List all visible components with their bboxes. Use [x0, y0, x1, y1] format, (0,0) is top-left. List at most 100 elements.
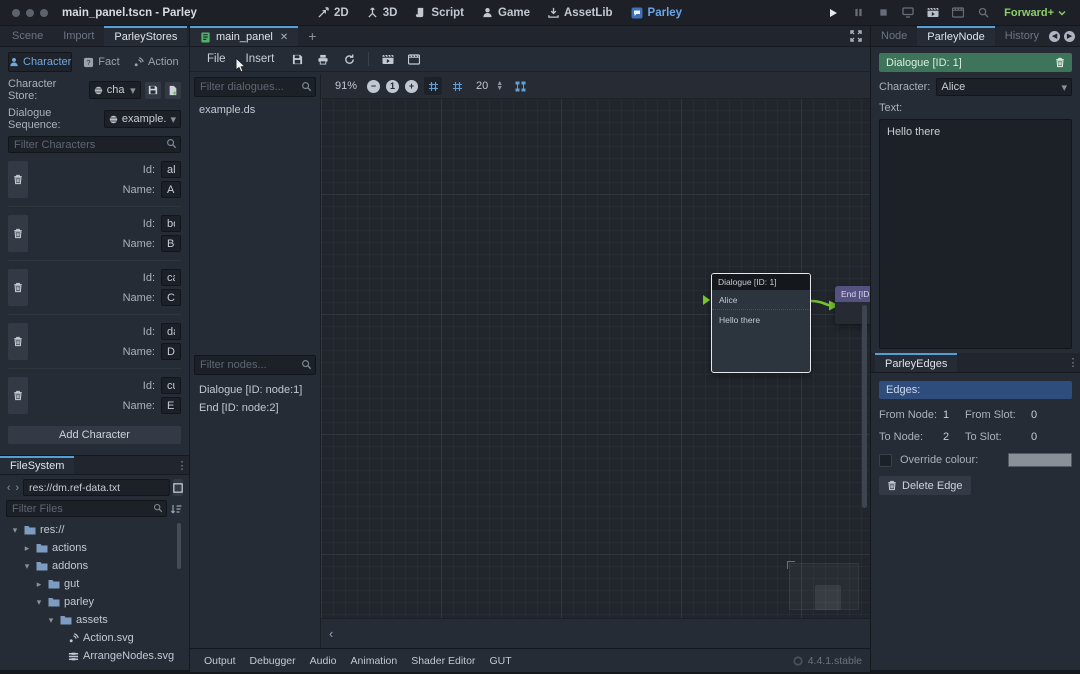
node-list-item[interactable]: End [ID: node:2]	[194, 399, 316, 417]
dock-menu-icon[interactable]: ⋮	[175, 456, 189, 474]
split-dock-button[interactable]	[173, 479, 183, 496]
refresh-icon[interactable]	[337, 50, 361, 69]
arrange-nodes-button[interactable]	[511, 77, 529, 95]
workspace-2d[interactable]: 2D	[318, 7, 349, 19]
delete-character-button[interactable]	[8, 215, 28, 252]
tree-item-parley[interactable]: ▾parley	[6, 593, 183, 611]
movie-maker-icon[interactable]	[925, 5, 941, 21]
graph-vertical-scrollbar[interactable]	[862, 305, 867, 508]
end-node-title[interactable]: End [ID	[835, 286, 870, 302]
dialogue-file-item[interactable]: example.ds	[194, 101, 316, 119]
delete-character-button[interactable]	[8, 377, 28, 414]
tab-history[interactable]: History	[995, 26, 1049, 46]
snap-spinner[interactable]: ▲▼	[496, 81, 503, 91]
workspace-assetlib[interactable]: AssetLib	[548, 7, 613, 19]
bottom-tab-debugger[interactable]: Debugger	[243, 655, 303, 667]
menu-file[interactable]: File	[198, 53, 235, 65]
tree-scrollbar[interactable]	[177, 523, 181, 569]
dialogue-node-title[interactable]: Dialogue [ID: 1]	[712, 274, 810, 290]
tree-item-actions[interactable]: ▸actions	[6, 539, 183, 557]
play-button[interactable]	[825, 5, 841, 21]
bottom-tab-gut[interactable]: GUT	[482, 655, 518, 667]
edge-colour-swatch[interactable]	[1008, 453, 1072, 467]
store-tab-action[interactable]: Action	[131, 52, 181, 72]
input-port[interactable]	[703, 295, 710, 305]
store-tab-character[interactable]: Character	[8, 52, 72, 72]
dialogue-graph-canvas[interactable]: 91% − 1 + 20 ▲▼ Dialogue [ID: 1] Alice H…	[321, 74, 870, 644]
graph-minimap[interactable]	[789, 563, 859, 610]
workspace-3d[interactable]: 3D	[367, 7, 398, 19]
dialogue-graph-node[interactable]: Dialogue [ID: 1] Alice Hello there	[711, 273, 811, 373]
stop-button[interactable]	[875, 5, 891, 21]
character-id-input[interactable]	[161, 323, 181, 340]
test-dialogue-from-node-icon[interactable]	[402, 50, 426, 69]
snap-distance-value[interactable]: 20	[476, 80, 488, 92]
character-id-input[interactable]	[161, 377, 181, 394]
character-name-input[interactable]	[161, 289, 181, 306]
current-path-input[interactable]	[23, 479, 170, 496]
filter-characters-input[interactable]	[8, 136, 181, 153]
character-id-input[interactable]	[161, 161, 181, 178]
character-name-input[interactable]	[161, 397, 181, 414]
remote-debug-icon[interactable]	[900, 5, 916, 21]
tab-main-panel[interactable]: main_panel ✕	[190, 26, 298, 46]
history-forward-icon[interactable]: ›	[15, 482, 21, 494]
character-name-input[interactable]	[161, 181, 181, 198]
renderer-dropdown[interactable]: Forward+	[1004, 7, 1066, 19]
store-tab-fact[interactable]: ?Fact	[76, 52, 126, 72]
new-store-button[interactable]	[165, 82, 181, 99]
tab-parleystores[interactable]: ParleyStores	[104, 26, 187, 46]
zoom-out-button[interactable]: −	[367, 80, 380, 93]
save-store-button[interactable]	[145, 82, 161, 99]
collapse-left-icon[interactable]: ‹	[329, 626, 333, 641]
expand-icon[interactable]: ▸	[22, 543, 32, 554]
tree-item-gut[interactable]: ▸gut	[6, 575, 183, 593]
collapse-icon[interactable]: ▾	[46, 615, 56, 626]
node-list-item[interactable]: Dialogue [ID: node:1]	[194, 381, 316, 399]
bottom-tab-animation[interactable]: Animation	[344, 655, 405, 667]
save-icon[interactable]	[285, 50, 309, 69]
pause-button[interactable]	[850, 5, 866, 21]
history-back-icon[interactable]: ‹	[6, 482, 12, 494]
new-tab-button[interactable]: +	[298, 26, 326, 46]
character-name-input[interactable]	[161, 235, 181, 252]
zoom-in-button[interactable]: +	[405, 80, 418, 93]
dock-menu-icon[interactable]: ⋮	[1066, 353, 1080, 372]
history-forward-icon[interactable]: ▶	[1064, 31, 1075, 42]
window-zoom-icon[interactable]	[40, 9, 48, 17]
tree-item-res[interactable]: ▾res://	[6, 521, 183, 539]
dialogue-text-editor[interactable]: Hello there	[879, 119, 1072, 349]
test-dialogue-icon[interactable]	[376, 50, 400, 69]
tab-parleynode[interactable]: ParleyNode	[917, 26, 994, 46]
tab-scene[interactable]: Scene	[0, 26, 53, 46]
delete-character-button[interactable]	[8, 323, 28, 360]
bottom-tab-output[interactable]: Output	[197, 655, 243, 667]
history-back-icon[interactable]: ◀	[1049, 31, 1060, 42]
delete-node-button[interactable]	[1055, 57, 1065, 68]
tab-filesystem[interactable]: FileSystem	[0, 456, 74, 474]
delete-character-button[interactable]	[8, 161, 28, 198]
quick-open-icon[interactable]	[975, 5, 991, 21]
tree-item-action-svg[interactable]: Action.svg	[6, 629, 183, 647]
character-select[interactable]: Alice ▾	[936, 78, 1072, 96]
window-minimize-icon[interactable]	[26, 9, 34, 17]
expand-fullscreen-icon[interactable]	[850, 30, 862, 42]
bottom-tab-audio[interactable]: Audio	[303, 655, 344, 667]
tree-item-arrangenodes-svg[interactable]: ArrangeNodes.svg	[6, 647, 183, 665]
tree-item-addons[interactable]: ▾addons	[6, 557, 183, 575]
filter-dialogues-input[interactable]	[194, 77, 316, 97]
workspace-game[interactable]: Game	[482, 7, 530, 19]
collapse-icon[interactable]: ▾	[22, 561, 32, 572]
override-colour-checkbox[interactable]	[879, 454, 892, 467]
grid-toggle-button[interactable]	[448, 77, 466, 95]
character-name-input[interactable]	[161, 343, 181, 360]
workspace-parley[interactable]: Parley	[631, 7, 683, 19]
tab-parleyedges[interactable]: ParleyEdges	[875, 353, 957, 372]
add-character-button[interactable]: Add Character	[8, 426, 181, 444]
character-id-input[interactable]	[161, 269, 181, 286]
snap-toggle-button[interactable]	[424, 77, 442, 95]
zoom-reset-button[interactable]: 1	[386, 80, 399, 93]
tab-import[interactable]: Import	[53, 26, 104, 46]
tab-node[interactable]: Node	[871, 26, 917, 46]
expand-icon[interactable]: ▸	[34, 579, 44, 590]
